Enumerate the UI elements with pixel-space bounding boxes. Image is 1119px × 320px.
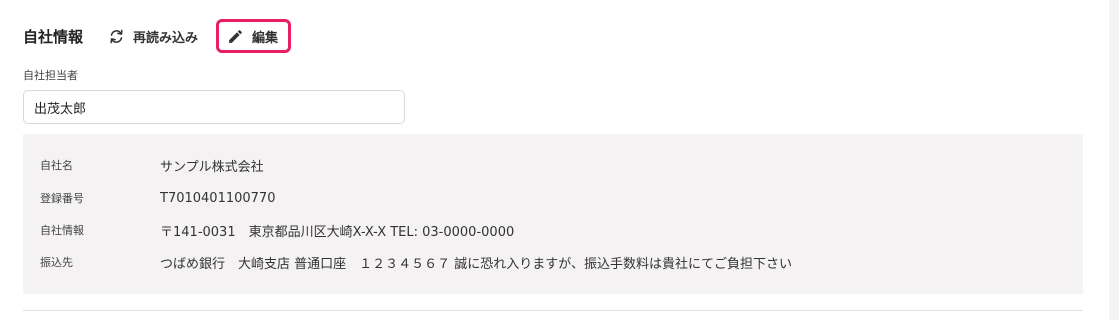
edit-button[interactable]: 編集 xyxy=(216,19,292,53)
pencil-icon xyxy=(226,27,244,45)
registration-number-row: 登録番号 T7010401100770 xyxy=(40,188,275,208)
refresh-icon xyxy=(107,27,125,45)
edit-button-label: 編集 xyxy=(252,30,279,46)
page: 自社情報 再読み込み 編集 自社担当者 自社名 xyxy=(0,0,1119,320)
person-in-charge-label: 自社担当者 xyxy=(23,69,78,82)
scrollbar-track[interactable] xyxy=(1109,0,1119,320)
company-name-row: 自社名 サンプル株式会社 xyxy=(40,155,264,175)
info-row-value: つばめ銀行 大崎支店 普通口座 １２３４５６７ 誠に恐れ入りますが、振込手数料は… xyxy=(160,256,793,272)
reload-button-label: 再読み込み xyxy=(133,30,199,46)
info-row-label: 登録番号 xyxy=(40,192,84,205)
divider xyxy=(23,310,1083,311)
reload-button[interactable]: 再読み込み xyxy=(107,27,198,46)
info-row-label: 自社名 xyxy=(40,159,73,172)
company-address-row: 自社情報 〒141-0031 東京都品川区大崎X-X-X TEL: 03-000… xyxy=(40,220,514,240)
company-info-panel: 自社名 サンプル株式会社 登録番号 T7010401100770 自社情報 〒1… xyxy=(23,134,1083,294)
info-row-value: 〒141-0031 東京都品川区大崎X-X-X TEL: 03-0000-000… xyxy=(160,224,515,240)
info-row-value: サンプル株式会社 xyxy=(160,159,264,175)
person-in-charge-field[interactable] xyxy=(23,90,405,124)
section-header: 自社情報 再読み込み 編集 xyxy=(23,19,292,53)
info-row-label: 自社情報 xyxy=(40,224,84,237)
bank-transfer-row: 振込先 つばめ銀行 大崎支店 普通口座 １２３４５６７ 誠に恐れ入りますが、振込… xyxy=(40,252,792,272)
info-row-value: T7010401100770 xyxy=(160,190,276,206)
info-row-label: 振込先 xyxy=(40,256,73,269)
section-title: 自社情報 xyxy=(23,27,84,46)
